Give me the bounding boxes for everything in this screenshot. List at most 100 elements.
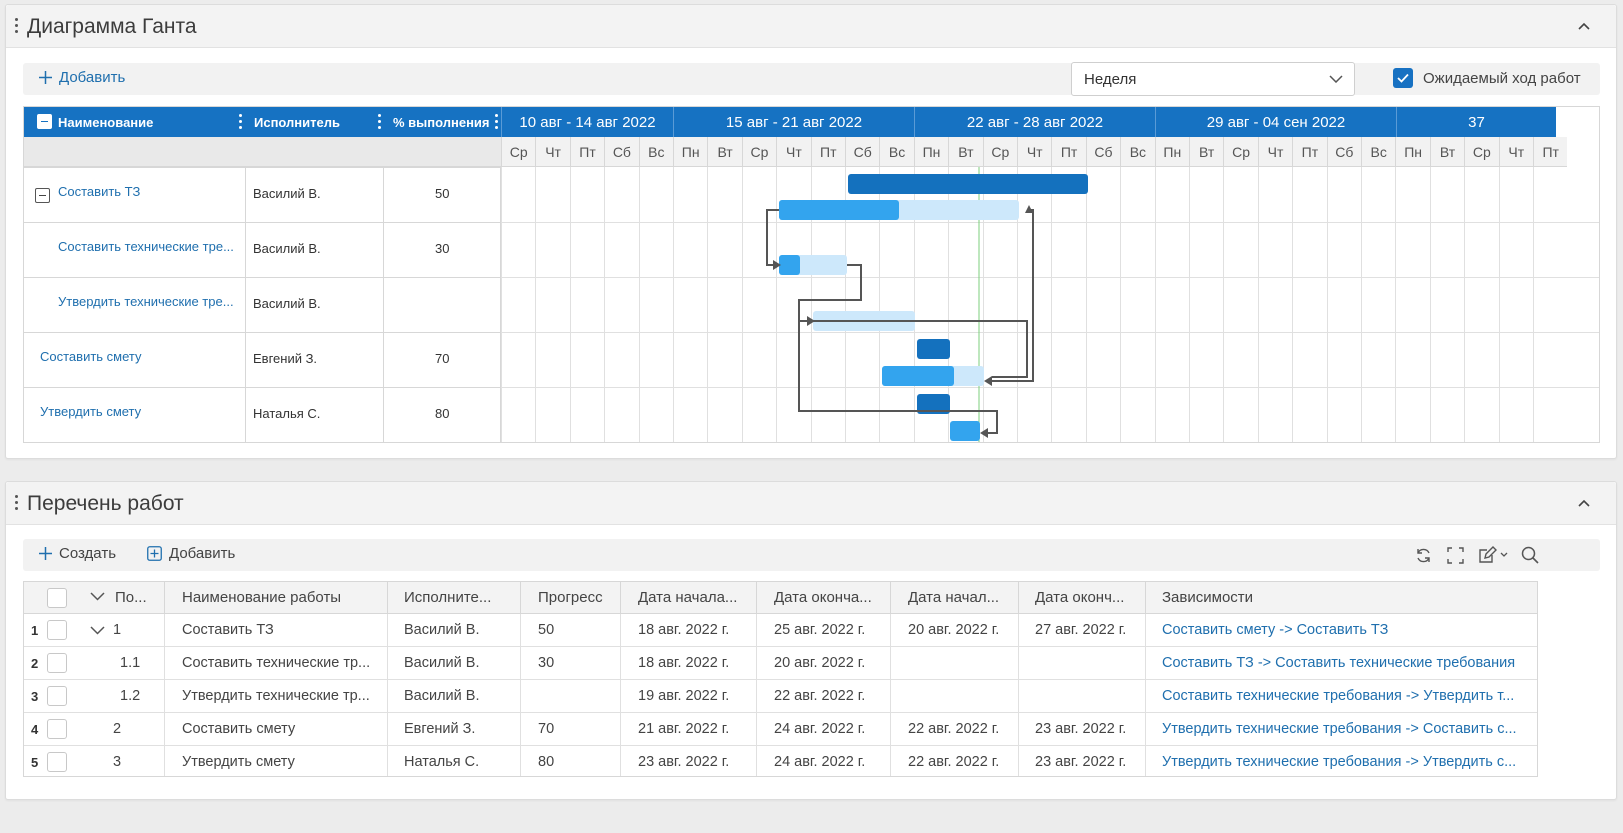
collapse-icon[interactable] [1578,498,1590,510]
task-name[interactable]: Утвердить смету [40,404,141,419]
row-checkbox[interactable] [47,620,67,640]
gantt-grid-subheader [24,137,501,167]
task-name[interactable]: Утвердить технические тре... [58,294,242,309]
expected-progress-checkbox[interactable] [1393,68,1413,88]
table-row[interactable]: 1 1 Составить ТЗ Василий В. 50 18 авг. 2022 г… [24,614,1537,647]
add-button[interactable]: Добавить [147,545,235,562]
task-performer: Василий В. [253,186,321,201]
cell-deps[interactable]: Утвердить технические требования -> Утве… [1146,746,1537,776]
row-number: 3 [31,689,39,704]
works-panel-title: Перечень работ [27,492,184,515]
task-bar-progress [882,366,954,386]
refresh-icon[interactable] [1415,547,1432,564]
task-name[interactable]: Составить смету [40,349,142,364]
row-select-cell: 53 [24,746,165,776]
col-progress-header[interactable]: Прогресс [521,589,603,606]
gantt-panel-title: Диаграмма Ганта [27,15,197,38]
gantt-toolbar: Добавить Неделя Ожидаемый ход работ [23,62,1600,96]
table-row[interactable]: 4 2 Составить смету Евгений З. 70 21 авг. 202… [24,713,1537,746]
cell-start: 18 авг. 2022 г. [621,647,757,680]
table-row[interactable]: 2 1.1 Составить технические тр... Василий В… [24,647,1537,680]
chevron-down-icon[interactable] [90,592,105,601]
create-button[interactable]: Создать [39,545,116,562]
row-checkbox[interactable] [47,719,67,739]
chevron-down-icon[interactable] [90,626,105,635]
cell-end2 [1019,680,1146,713]
cell-start2 [891,647,1019,680]
cell-start: 23 авг. 2022 г. [621,746,757,776]
works-panel-header: Перечень работ [6,482,1616,525]
gantt-grid-header: Наименование Исполнитель % выполнения [24,107,501,137]
cell-start2 [891,680,1019,713]
task-bar-progress [950,421,980,441]
cell-deps[interactable]: Составить смету -> Составить ТЗ [1146,614,1537,647]
col-deps-header[interactable]: Зависимости [1146,589,1253,606]
col-start2-header[interactable]: Дата начал... [891,589,999,606]
column-menu-icon[interactable] [495,114,498,132]
fullscreen-icon[interactable] [1447,547,1464,564]
collapse-all-icon[interactable] [37,114,52,129]
gantt-add-button[interactable]: Добавить [39,69,125,86]
row-position: 3 [113,754,122,770]
dependency-links [766,209,1034,434]
task-percent: 30 [435,241,450,256]
gantt-task-row[interactable]: Утвердить смету Наталья С. 80 [24,387,501,442]
task-name[interactable]: Составить технические тре... [58,239,242,254]
table-row[interactable]: 5 3 Утвердить смету Наталья С. 80 23 авг. 202… [24,746,1537,776]
cell-deps[interactable]: Утвердить технические требования -> Сост… [1146,713,1537,746]
search-icon[interactable] [1521,546,1539,564]
row-position: 1.1 [120,655,141,671]
cell-end2: 23 авг. 2022 г. [1019,746,1146,776]
gantt-task-row[interactable]: Составить смету Евгений З. 70 [24,332,501,388]
expected-progress-toggle[interactable]: Ожидаемый ход работ [1393,68,1581,88]
col-performer-header[interactable]: Исполните... [388,589,491,606]
add-label: Добавить [169,545,236,562]
column-menu-icon[interactable] [378,114,381,132]
col-start-header[interactable]: Дата начала... [621,589,737,606]
cell-progress: 30 [521,647,621,680]
row-number: 2 [31,656,39,671]
cell-start: 21 авг. 2022 г. [621,713,757,746]
gantt-bars [766,167,1088,442]
gantt-task-row[interactable]: Составить технические тре... Василий В. … [24,222,501,278]
cell-performer: Василий В. [388,614,521,647]
col-name-header[interactable]: Наименование [58,107,153,137]
select-all-checkbox[interactable] [47,588,67,608]
cell-end: 22 авг. 2022 г. [757,680,891,713]
cell-start: 18 авг. 2022 г. [621,614,757,647]
cell-performer: Наталья С. [388,746,521,776]
col-end2-header[interactable]: Дата оконч... [1019,589,1124,606]
col-name-header[interactable]: Наименование работы [165,589,341,606]
scale-select[interactable]: Неделя [1071,62,1355,96]
gantt-task-row[interactable]: Составить ТЗ Василий В. 50 [24,167,501,223]
gantt-timeline: 10 авг - 14 авг 2022 15 авг - 21 авг 202… [501,107,1599,442]
gantt-add-label: Добавить [59,69,126,86]
col-performer-header[interactable]: Исполнитель [254,107,340,137]
cell-deps[interactable]: Составить ТЗ -> Составить технические тр… [1146,647,1537,680]
col-end-header[interactable]: Дата оконча... [757,589,872,606]
table-row[interactable]: 3 1.2 Утвердить технические тр... Василий В… [24,680,1537,713]
collapse-icon[interactable] [1578,21,1590,33]
task-percent: 80 [435,406,450,421]
task-performer: Евгений З. [253,351,318,366]
col-position-header[interactable]: По... [115,582,147,614]
row-checkbox[interactable] [47,752,67,772]
row-checkbox[interactable] [47,686,67,706]
column-menu-icon[interactable] [239,114,242,132]
cell-end2: 23 авг. 2022 г. [1019,713,1146,746]
task-percent: 50 [435,186,450,201]
edit-icon[interactable] [1479,546,1511,564]
gantt-chart: Наименование Исполнитель % выполнения Со… [23,106,1600,443]
col-percent-header[interactable]: % выполнения [393,107,490,137]
cell-name: Составить смету [165,713,388,746]
scale-select-value: Неделя [1084,71,1137,88]
cell-progress: 70 [521,713,621,746]
collapse-row-icon[interactable] [35,188,50,203]
gantt-task-row[interactable]: Утвердить технические тре... Василий В. [24,277,501,333]
cell-deps[interactable]: Составить технические требования -> Утве… [1146,680,1537,713]
task-name[interactable]: Составить ТЗ [58,184,140,199]
drag-handle-icon[interactable] [15,18,19,34]
drag-handle-icon[interactable] [15,495,19,511]
row-checkbox[interactable] [47,653,67,673]
cell-start2: 20 авг. 2022 г. [891,614,1019,647]
